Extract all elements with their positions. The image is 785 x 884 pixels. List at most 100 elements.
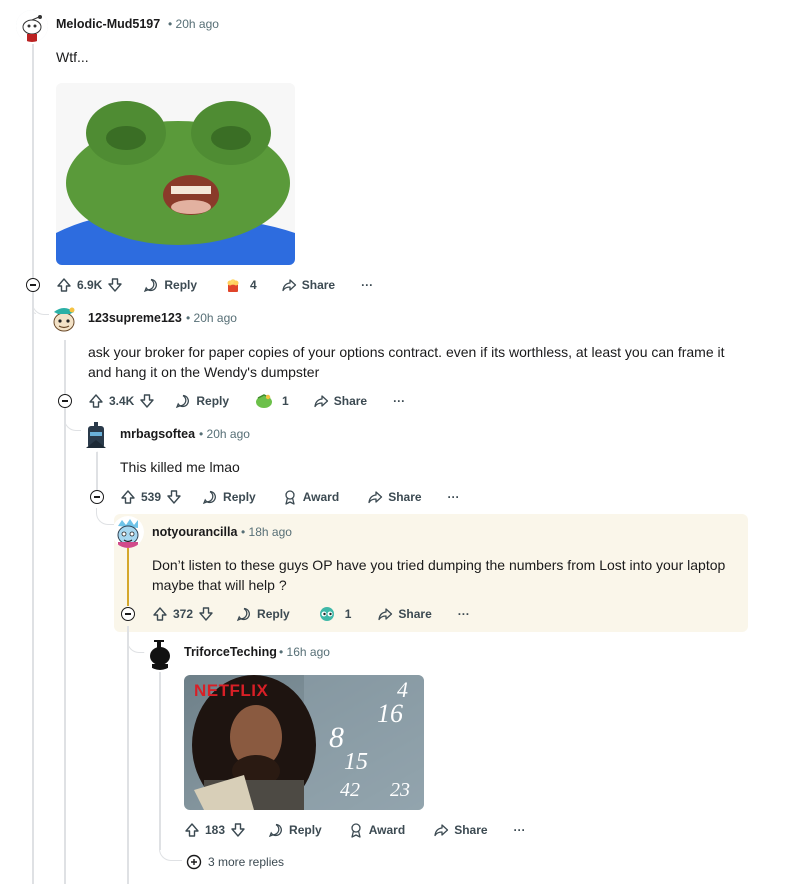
vote-group: 539 (120, 489, 182, 505)
thread-line-level4[interactable] (159, 672, 161, 850)
award-money-icon (256, 394, 273, 408)
downvote-icon[interactable] (139, 393, 155, 409)
award-button[interactable]: Award (348, 822, 405, 838)
comment-time: 16h ago (286, 645, 330, 659)
reply-label: Reply (164, 278, 198, 292)
reply-button[interactable]: Reply (143, 277, 197, 293)
more-options-button[interactable]: ··· (458, 607, 470, 621)
comment-timestamp: • 20h ago (186, 311, 237, 325)
comment-username[interactable]: notyourancilla (152, 525, 237, 539)
comment-time: 20h ago (175, 17, 219, 31)
reply-button[interactable]: Reply (175, 393, 229, 409)
comment-image-pepe[interactable] (56, 83, 295, 265)
comment-body-line: ask your broker for paper copies of your… (88, 344, 725, 360)
upvote-icon[interactable] (120, 489, 136, 505)
award-popcorn-icon (227, 279, 239, 292)
more-options-button[interactable]: ··· (448, 490, 460, 504)
comment-body-line: maybe that will help ? (152, 577, 287, 593)
more-options-button[interactable]: ··· (393, 394, 405, 408)
comment-username[interactable]: TriforceTeching (184, 645, 277, 659)
avatar[interactable] (112, 516, 144, 548)
share-button[interactable]: Share (367, 489, 422, 505)
share-icon (434, 824, 449, 837)
vote-count: 372 (173, 607, 194, 621)
share-icon (314, 395, 328, 408)
comment-action-bar: 183 Reply Award Share ··· (184, 819, 526, 841)
comment-timestamp: • 20h ago (168, 17, 219, 31)
award-button[interactable]: Award (282, 489, 339, 505)
award-button[interactable]: 1 (318, 606, 352, 622)
downvote-icon[interactable] (198, 606, 214, 622)
meta-separator: • (279, 645, 284, 659)
reply-icon (236, 607, 250, 622)
comment-body-line: and hang it on the Wendy's dumpster (88, 364, 320, 380)
vote-count: 6.9K (77, 278, 103, 292)
collapse-thread-button[interactable] (90, 490, 104, 504)
more-replies-label: 3 more replies (208, 855, 285, 869)
meta-separator: • (241, 525, 246, 539)
reply-label: Reply (223, 490, 256, 504)
collapse-thread-button[interactable] (26, 278, 40, 292)
award-button[interactable]: 1 (255, 393, 289, 409)
comment-body: Don’t listen to these guys OP have you t… (152, 555, 742, 595)
upvote-icon[interactable] (88, 393, 104, 409)
collapse-thread-button[interactable] (58, 394, 72, 408)
lost-number-23: 23 (390, 779, 410, 801)
more-options-button[interactable]: ··· (514, 823, 526, 837)
upvote-icon[interactable] (184, 822, 200, 838)
comment-action-bar: 372 Reply 1 Share ··· (152, 603, 470, 625)
award-button[interactable]: 4 (225, 277, 257, 293)
award-count: 1 (344, 607, 352, 621)
award-icon (351, 823, 361, 838)
share-button[interactable]: Share (433, 822, 488, 838)
more-options-button[interactable]: ··· (361, 278, 373, 292)
comment-username[interactable]: 123supreme123 (88, 311, 182, 325)
comment-timestamp: • 18h ago (241, 525, 292, 539)
vote-count: 539 (141, 490, 162, 504)
upvote-icon[interactable] (152, 606, 168, 622)
share-button[interactable]: Share (281, 277, 335, 293)
highlight-thread-line (127, 548, 129, 606)
reply-button[interactable]: Reply (202, 489, 256, 505)
thread-curve-2 (64, 412, 81, 431)
downvote-icon[interactable] (107, 277, 123, 293)
award-count: 1 (282, 394, 289, 408)
comment-image-lost-numbers[interactable]: NETFLIX 4 16 8 15 42 23 (184, 675, 424, 810)
comment-body: ask your broker for paper copies of your… (88, 342, 748, 382)
share-label: Share (388, 490, 422, 504)
comment-username[interactable]: Melodic-Mud5197 (56, 17, 160, 31)
reply-icon (176, 394, 190, 409)
reply-button[interactable]: Reply (268, 822, 322, 838)
avatar[interactable] (16, 10, 48, 42)
reply-icon (268, 823, 282, 838)
comment-time: 20h ago (193, 311, 237, 325)
thread-line-level3[interactable] (127, 626, 129, 884)
comment-time: 18h ago (248, 525, 292, 539)
thread-line-level2[interactable] (96, 450, 98, 490)
share-button[interactable]: Share (377, 606, 432, 622)
comment-action-bar: 3.4K Reply 1 Share ··· (88, 390, 405, 412)
more-options-icon: ··· (513, 823, 526, 837)
avatar[interactable] (48, 304, 80, 336)
collapse-thread-button[interactable] (121, 607, 135, 621)
reply-button[interactable]: Reply (236, 606, 290, 622)
upvote-icon[interactable] (56, 277, 72, 293)
downvote-icon[interactable] (166, 489, 182, 505)
downvote-icon[interactable] (230, 822, 246, 838)
share-icon (378, 608, 393, 621)
avatar[interactable] (144, 638, 176, 670)
more-options-icon: ··· (393, 394, 406, 408)
share-button[interactable]: Share (313, 393, 367, 409)
comment-username[interactable]: mrbagsoftea (120, 427, 195, 441)
award-icon (285, 490, 295, 505)
more-options-icon: ··· (457, 607, 470, 621)
reply-label: Reply (196, 394, 230, 408)
award-label: Award (302, 490, 340, 504)
more-replies-link[interactable]: 3 more replies (186, 854, 284, 870)
vote-group: 6.9K (56, 277, 123, 293)
lost-number-8: 8 (329, 721, 344, 754)
share-icon (282, 279, 296, 292)
expand-plus-icon (186, 854, 202, 870)
thread-line-level0[interactable] (32, 44, 34, 884)
avatar[interactable] (80, 420, 112, 452)
